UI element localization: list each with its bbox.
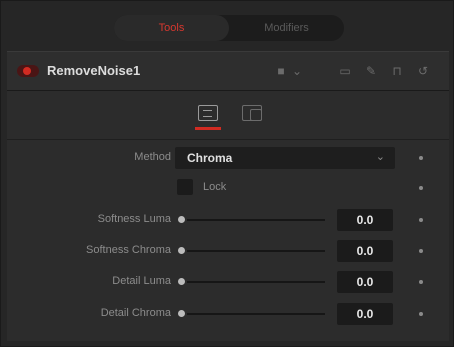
softness-luma-input[interactable]: 0.0 [337,209,393,231]
keyframe-dot[interactable] [419,312,423,316]
node-enable-toggle[interactable] [17,65,39,77]
active-page-indicator [195,127,221,130]
detail-luma-row: Detail Luma 0.0 [7,271,449,293]
keyframe-dot[interactable] [419,249,423,253]
square-icon[interactable]: ■ [273,63,289,79]
control-page-tabs [7,91,449,140]
controls-area: Method Chroma ⌄ Lock Softness Luma 0.0 S… [7,91,449,341]
node-header[interactable]: RemoveNoise1 ■ ⌄ ▭ ✎ ⊓ ↺ [7,51,449,91]
keyframe-dot[interactable] [419,156,423,160]
detail-luma-input[interactable]: 0.0 [337,271,393,293]
keyframe-dot[interactable] [419,218,423,222]
softness-chroma-slider-handle[interactable] [178,247,185,254]
node-title: RemoveNoise1 [47,63,141,78]
softness-luma-row: Softness Luma 0.0 [7,209,449,231]
lock-checkbox[interactable] [177,179,193,195]
folder-icon[interactable]: ▭ [337,63,353,79]
lock-label: Lock [203,181,227,193]
method-label: Method [134,151,171,163]
method-row: Method Chroma ⌄ [7,147,449,169]
lock-icon[interactable]: ⊓ [389,63,405,79]
softness-chroma-label: Softness Chroma [86,244,171,256]
controls-page-icon[interactable] [198,105,218,121]
inspector-panel: Tools Modifiers RemoveNoise1 ■ ⌄ ▭ ✎ ⊓ ↺… [0,0,454,347]
lock-row: Lock [7,177,449,199]
detail-chroma-slider-track[interactable] [187,313,325,315]
reset-icon[interactable]: ↺ [415,63,431,79]
detail-chroma-row: Detail Chroma 0.0 [7,303,449,325]
settings-page-icon[interactable] [242,105,262,121]
softness-chroma-input[interactable]: 0.0 [337,240,393,262]
tab-bar: Tools Modifiers [114,15,344,41]
detail-luma-slider-track[interactable] [187,281,325,283]
tab-tools[interactable]: Tools [114,15,229,41]
detail-chroma-label: Detail Chroma [100,307,171,319]
softness-chroma-row: Softness Chroma 0.0 [7,240,449,262]
detail-chroma-input[interactable]: 0.0 [337,303,393,325]
detail-luma-label: Detail Luma [112,275,171,287]
softness-luma-label: Softness Luma [97,213,171,225]
chevron-down-icon: ⌄ [375,151,385,163]
keyframe-dot[interactable] [419,280,423,284]
method-dropdown[interactable]: Chroma ⌄ [175,147,395,169]
tab-modifiers[interactable]: Modifiers [229,15,344,41]
pin-icon[interactable]: ✎ [363,63,379,79]
keyframe-dot[interactable] [419,186,423,190]
detail-chroma-slider-handle[interactable] [178,310,185,317]
softness-luma-slider-handle[interactable] [178,216,185,223]
softness-chroma-slider-track[interactable] [187,250,325,252]
softness-luma-slider-track[interactable] [187,219,325,221]
detail-luma-slider-handle[interactable] [178,278,185,285]
chevron-down-icon[interactable]: ⌄ [289,63,305,79]
method-value: Chroma [187,151,233,165]
